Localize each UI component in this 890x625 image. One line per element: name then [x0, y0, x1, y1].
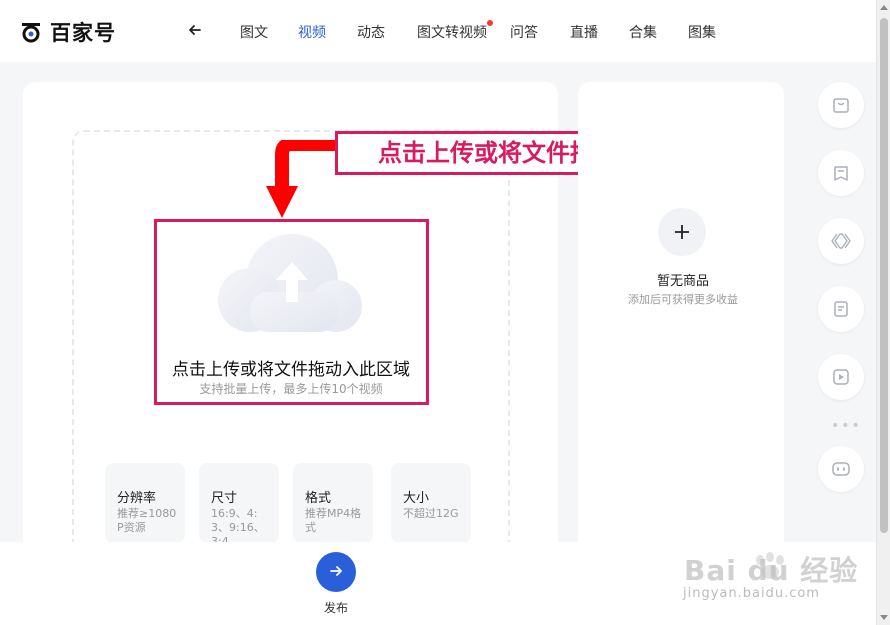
spec-desc: 不超过12G [403, 507, 459, 520]
products-empty-subtitle: 添加后可获得更多收益 [628, 293, 738, 306]
new-badge-dot [487, 20, 493, 26]
more-dots-icon[interactable]: ••• [831, 418, 862, 434]
cart-icon [833, 98, 849, 113]
watermark-url: jingyan.baidu.com [683, 586, 820, 601]
spec-desc: 推荐≥1080P资源 [117, 507, 177, 534]
top-bar: 百家号 图文 视频 动态 图文转视频 问答 直播 合集 图集 [0, 0, 876, 62]
logo[interactable]: 百家号 [20, 17, 116, 47]
spec-title: 尺寸 [211, 491, 238, 506]
spec-desc: 16:9、4:3、9:16、3:4 [211, 507, 265, 543]
rail-video-button[interactable] [818, 354, 864, 400]
watermark-text: Bai du 经验 [684, 554, 859, 587]
baijiahao-logo-icon [22, 23, 40, 43]
scroll-up-arrow-icon[interactable] [880, 5, 888, 10]
annotation-highlight-box [154, 219, 429, 405]
vertical-scrollbar[interactable] [876, 0, 890, 625]
rail-tag-button[interactable] [818, 218, 864, 264]
spec-format: 格式 推荐MP4格式 [293, 463, 373, 543]
spec-title: 分辨率 [117, 491, 157, 506]
rail-robot-button[interactable] [818, 446, 864, 492]
tab-collection[interactable]: 合集 [629, 22, 657, 42]
tab-gallery[interactable]: 图集 [688, 22, 716, 42]
rail-cart-button[interactable] [818, 82, 864, 128]
tab-dynamic[interactable]: 动态 [357, 22, 385, 42]
spec-title: 格式 [305, 491, 332, 506]
publish-label: 发布 [323, 601, 348, 615]
tag-icon [831, 233, 851, 249]
tab-live[interactable]: 直播 [570, 22, 598, 42]
spec-desc: 推荐MP4格式 [305, 507, 362, 534]
scrollbar-thumb[interactable] [880, 18, 888, 533]
play-icon [833, 369, 849, 385]
tab-image-text[interactable]: 图文 [240, 22, 268, 42]
comment-icon [834, 166, 848, 181]
tab-video[interactable]: 视频 [298, 22, 326, 42]
add-product-button[interactable] [658, 208, 706, 256]
logo-text: 百家号 [50, 21, 116, 45]
arrow-left-icon [189, 25, 201, 35]
tab-image-text-to-video[interactable]: 图文转视频 [417, 22, 487, 42]
plus-icon [675, 225, 689, 239]
scroll-down-arrow-icon[interactable] [880, 615, 888, 620]
annotation-arrow-icon [266, 140, 340, 218]
spec-title: 大小 [403, 491, 430, 506]
back-button[interactable] [185, 20, 205, 40]
spec-resolution: 分辨率 推荐≥1080P资源 [105, 463, 185, 543]
rail-comment-button[interactable] [818, 150, 864, 196]
robot-icon [832, 462, 850, 476]
publish-button[interactable] [316, 552, 356, 592]
spec-file-size: 大小 不超过12G [391, 463, 471, 543]
products-empty-title: 暂无商品 [656, 274, 709, 289]
tab-qa[interactable]: 问答 [510, 22, 538, 42]
rail-document-button[interactable] [818, 286, 864, 332]
arrow-right-icon [330, 566, 342, 576]
spec-size-ratio: 尺寸 16:9、4:3、9:16、3:4 [199, 463, 279, 543]
products-card [578, 82, 784, 552]
document-icon [834, 301, 848, 317]
